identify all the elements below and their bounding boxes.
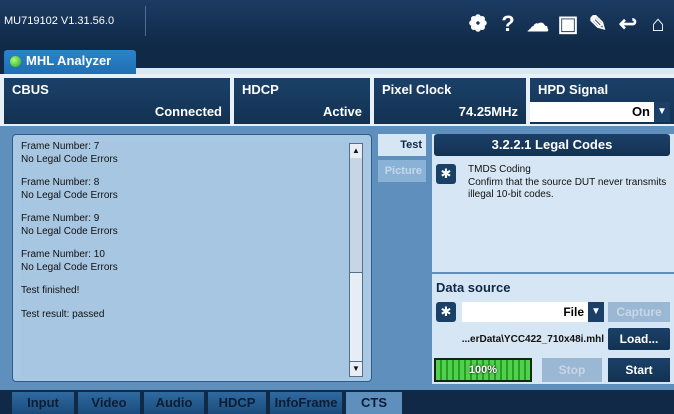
- log-line: No Legal Code Errors: [21, 189, 118, 201]
- tab-picture[interactable]: Picture: [378, 160, 426, 182]
- tab-cts[interactable]: CTS: [346, 392, 402, 414]
- palette-icon[interactable]: ❁: [466, 11, 490, 36]
- hdcp-value: Active: [322, 104, 362, 119]
- log-line: Frame Number: 10: [21, 249, 105, 260]
- progress-text: 100%: [468, 364, 498, 376]
- log-line: Test result: passed: [21, 308, 105, 320]
- log-line: Test finished!: [21, 285, 80, 296]
- log-output: Frame Number: 7 No Legal Code Errors Fra…: [21, 141, 349, 377]
- log-line: No Legal Code Errors: [21, 225, 118, 237]
- version-label: MU719102 V1.31.56.0: [4, 6, 146, 36]
- test-info-panel: 3.2.2.1 Legal Codes ✱ TMDS Coding Confir…: [432, 134, 674, 272]
- stop-button[interactable]: Stop: [542, 358, 602, 382]
- pixel-clock-value: 74.25MHz: [458, 104, 518, 119]
- hpd-signal-label: HPD Signal: [538, 82, 609, 97]
- scroll-down-icon[interactable]: ▼: [350, 362, 362, 376]
- tab-label: MHL Analyzer: [26, 53, 112, 68]
- test-title: 3.2.2.1 Legal Codes: [434, 134, 670, 156]
- progress-bar: 100%: [434, 358, 532, 382]
- chevron-down-icon[interactable]: ▼: [588, 302, 604, 322]
- load-button[interactable]: Load...: [608, 328, 670, 350]
- log-line: Frame Number: 7: [21, 141, 100, 152]
- wrench-icon[interactable]: ✎: [586, 11, 610, 36]
- pixel-clock-status: Pixel Clock 74.25MHz: [374, 78, 526, 124]
- status-row: CBUS Connected HDCP Active Pixel Clock 7…: [0, 74, 674, 126]
- data-source-select[interactable]: File ▼: [462, 302, 604, 322]
- tab-video[interactable]: Video: [78, 392, 140, 414]
- gear-icon[interactable]: ✱: [436, 302, 456, 322]
- log-scrollbar[interactable]: ▲ ▼: [349, 143, 363, 377]
- cloud-icon[interactable]: ☁: [526, 11, 550, 36]
- tab-hdcp[interactable]: HDCP: [208, 392, 266, 414]
- bottom-tabs: Input Video Audio HDCP InfoFrame CTS: [0, 390, 674, 414]
- gear-icon[interactable]: ✱: [436, 164, 456, 184]
- scroll-thumb[interactable]: [350, 272, 362, 362]
- pixel-clock-label: Pixel Clock: [382, 82, 452, 97]
- file-path: ...erData\YCC422_710x48i.mhl: [461, 334, 604, 345]
- chevron-down-icon[interactable]: ▼: [654, 102, 670, 122]
- log-line: Frame Number: 9: [21, 213, 100, 224]
- main-area: Frame Number: 7 No Legal Code Errors Fra…: [0, 126, 674, 390]
- capture-button[interactable]: Capture: [608, 302, 670, 322]
- log-line: Frame Number: 8: [21, 177, 100, 188]
- save-icon[interactable]: ▣: [556, 11, 580, 36]
- cbus-label: CBUS: [12, 82, 49, 97]
- log-line: No Legal Code Errors: [21, 153, 118, 165]
- tab-infoframe[interactable]: InfoFrame: [270, 392, 342, 414]
- tab-test[interactable]: Test: [378, 134, 426, 156]
- help-icon[interactable]: ?: [496, 11, 520, 36]
- home-icon[interactable]: ⌂: [646, 11, 670, 36]
- data-source-value: File: [563, 305, 584, 319]
- tab-strip: MHL Analyzer: [0, 46, 674, 74]
- log-panel: Frame Number: 7 No Legal Code Errors Fra…: [12, 134, 372, 382]
- start-button[interactable]: Start: [608, 358, 670, 382]
- tab-audio[interactable]: Audio: [144, 392, 204, 414]
- hdcp-label: HDCP: [242, 82, 279, 97]
- log-line: No Legal Code Errors: [21, 261, 118, 273]
- tab-mhl-analyzer[interactable]: MHL Analyzer: [4, 50, 136, 74]
- top-bar: MU719102 V1.31.56.0 ❁ ? ☁ ▣ ✎ ↩ ⌂: [0, 0, 674, 46]
- status-led-icon: [10, 56, 21, 67]
- hdcp-status: HDCP Active: [234, 78, 370, 124]
- data-source-label: Data source: [436, 280, 511, 295]
- back-icon[interactable]: ↩: [616, 11, 640, 36]
- hpd-signal-value: On: [631, 104, 650, 119]
- test-description: Confirm that the source DUT never transm…: [468, 176, 667, 201]
- hpd-signal-status: HPD Signal On ▼: [530, 78, 674, 124]
- side-tabs: Test Picture: [378, 134, 430, 194]
- test-description-block: TMDS Coding Confirm that the source DUT …: [468, 164, 668, 202]
- test-name: TMDS Coding: [468, 164, 531, 175]
- tab-input[interactable]: Input: [12, 392, 74, 414]
- scroll-up-icon[interactable]: ▲: [350, 144, 362, 158]
- cbus-value: Connected: [154, 104, 222, 119]
- hpd-signal-select[interactable]: On ▼: [530, 102, 670, 122]
- data-source-panel: Data source ✱ File ▼ Capture ...erData\Y…: [432, 274, 674, 384]
- cbus-status: CBUS Connected: [4, 78, 230, 124]
- toolbar-icons: ❁ ? ☁ ▣ ✎ ↩ ⌂: [466, 10, 670, 38]
